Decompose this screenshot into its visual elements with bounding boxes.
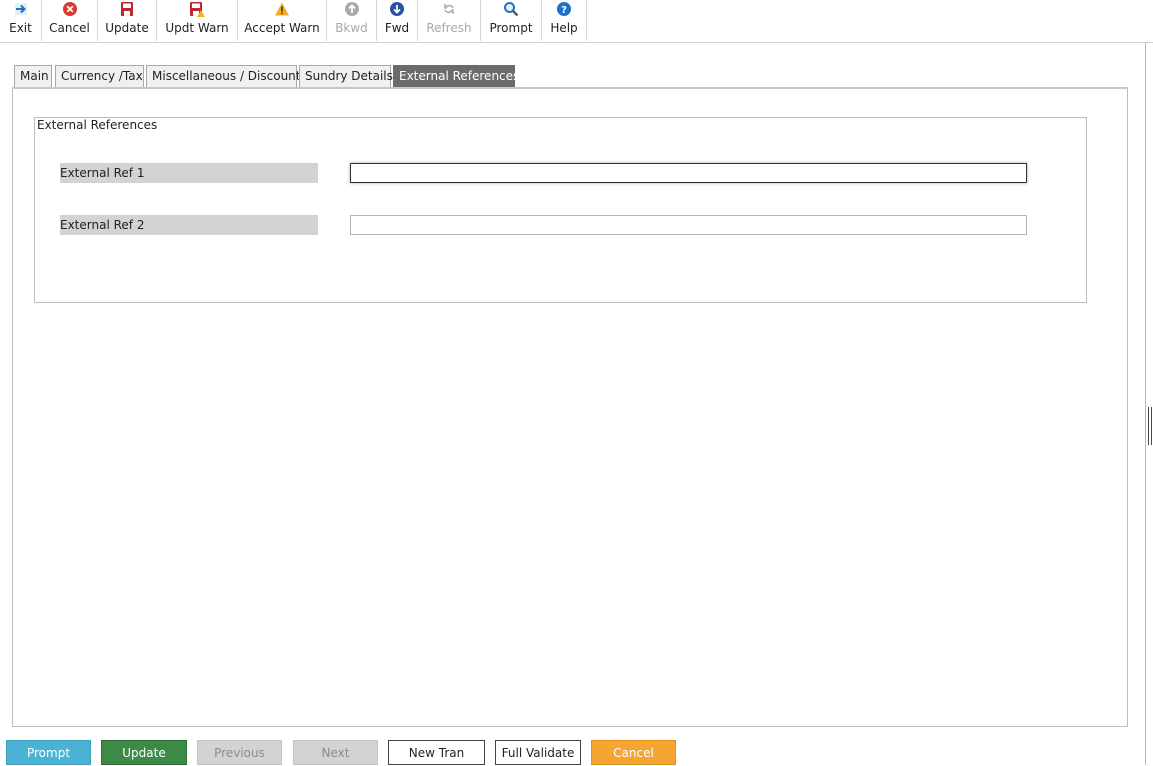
tab-main[interactable]: Main: [14, 65, 52, 87]
svg-text:?: ?: [561, 5, 567, 16]
refresh-button[interactable]: Refresh: [418, 0, 481, 41]
external-ref-1-input[interactable]: [350, 163, 1027, 183]
group-legend: External References: [35, 118, 160, 132]
cancel-label: Cancel: [49, 21, 90, 35]
tab-sundry-details[interactable]: Sundry Details: [299, 65, 393, 87]
external-ref-2-input[interactable]: [350, 215, 1027, 235]
update-button[interactable]: Update: [101, 740, 187, 765]
exit-icon: [13, 0, 29, 18]
refresh-icon: [441, 0, 457, 18]
exit-button[interactable]: Exit: [0, 0, 42, 41]
warning-icon: [274, 0, 290, 18]
cancel-icon: [62, 0, 78, 18]
cancel-button[interactable]: Cancel: [591, 740, 676, 765]
arrow-up-circle-icon: [344, 0, 360, 18]
bkwd-label: Bkwd: [335, 21, 368, 35]
tab-currency-tax[interactable]: Currency /Tax: [55, 65, 144, 87]
help-label: Help: [550, 21, 578, 35]
full-validate-button[interactable]: Full Validate: [495, 740, 581, 765]
next-button[interactable]: Next: [293, 740, 378, 765]
help-button[interactable]: ? Help: [542, 0, 587, 41]
splitter-handle[interactable]: [1148, 407, 1152, 445]
external-ref-1-label: External Ref 1: [60, 163, 318, 183]
external-references-group: [34, 117, 1087, 303]
fwd-label: Fwd: [384, 21, 410, 35]
previous-button[interactable]: Previous: [197, 740, 282, 765]
toolbar: Exit Cancel Update Updt Warn Accept Warn…: [0, 0, 1153, 43]
magnifier-icon: [503, 0, 519, 18]
updt-warn-label: Updt Warn: [165, 21, 229, 35]
update-toolbar-button[interactable]: Update: [98, 0, 157, 41]
prompt-button[interactable]: Prompt: [6, 740, 91, 765]
new-tran-button[interactable]: New Tran: [388, 740, 485, 765]
update-label: Update: [105, 21, 149, 35]
accept-warn-label: Accept Warn: [244, 21, 320, 35]
refresh-label: Refresh: [426, 21, 472, 35]
prompt-label: Prompt: [489, 21, 533, 35]
save-icon: [119, 0, 135, 18]
accept-warn-button[interactable]: Accept Warn: [238, 0, 327, 41]
exit-label: Exit: [9, 21, 32, 35]
tab-external-references[interactable]: External References: [393, 65, 519, 87]
bkwd-button[interactable]: Bkwd: [327, 0, 377, 41]
tab-miscellaneous-discount[interactable]: Miscellaneous / Discount: [146, 65, 300, 87]
external-ref-2-label: External Ref 2: [60, 215, 318, 235]
prompt-toolbar-button[interactable]: Prompt: [481, 0, 542, 41]
help-icon: ?: [556, 0, 572, 18]
updt-warn-button[interactable]: Updt Warn: [157, 0, 238, 41]
arrow-down-circle-icon: [389, 0, 405, 18]
save-warning-icon: [188, 0, 206, 18]
cancel-toolbar-button[interactable]: Cancel: [42, 0, 98, 41]
fwd-button[interactable]: Fwd: [377, 0, 418, 41]
